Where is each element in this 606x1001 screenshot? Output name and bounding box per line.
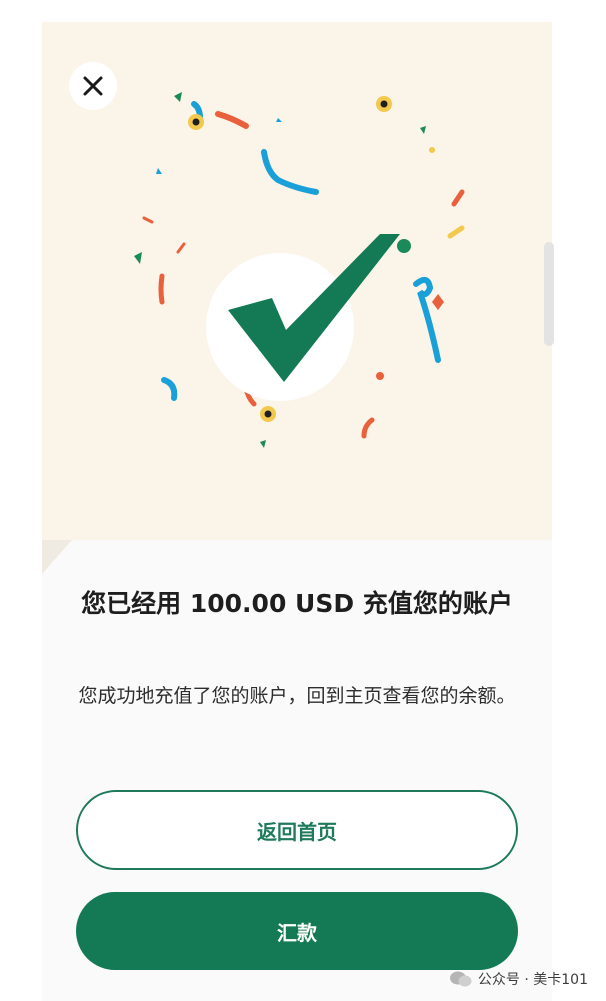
success-message: 您成功地充值了您的账户，回到主页查看您的余额。: [78, 685, 516, 707]
scroll-handle[interactable]: [544, 242, 554, 346]
success-title: 您已经用 100.00 USD 充值您的账户: [81, 589, 513, 618]
back-home-button[interactable]: 返回首页: [76, 790, 518, 870]
remit-button[interactable]: 汇款: [76, 892, 518, 970]
celebration-hero: [42, 22, 552, 540]
wechat-icon: [449, 971, 472, 987]
watermark-text: 公众号 · 美卡101: [477, 972, 588, 988]
success-screen: 您已经用 100.00 USD 充值您的账户 您成功地充值了您的账户，回到主页查…: [42, 22, 552, 1001]
close-icon: [83, 76, 103, 96]
hero-fold: [42, 540, 72, 574]
watermark: 公众号 · 美卡101: [449, 969, 588, 989]
success-check-icon: [206, 234, 400, 401]
close-button[interactable]: [69, 62, 117, 110]
